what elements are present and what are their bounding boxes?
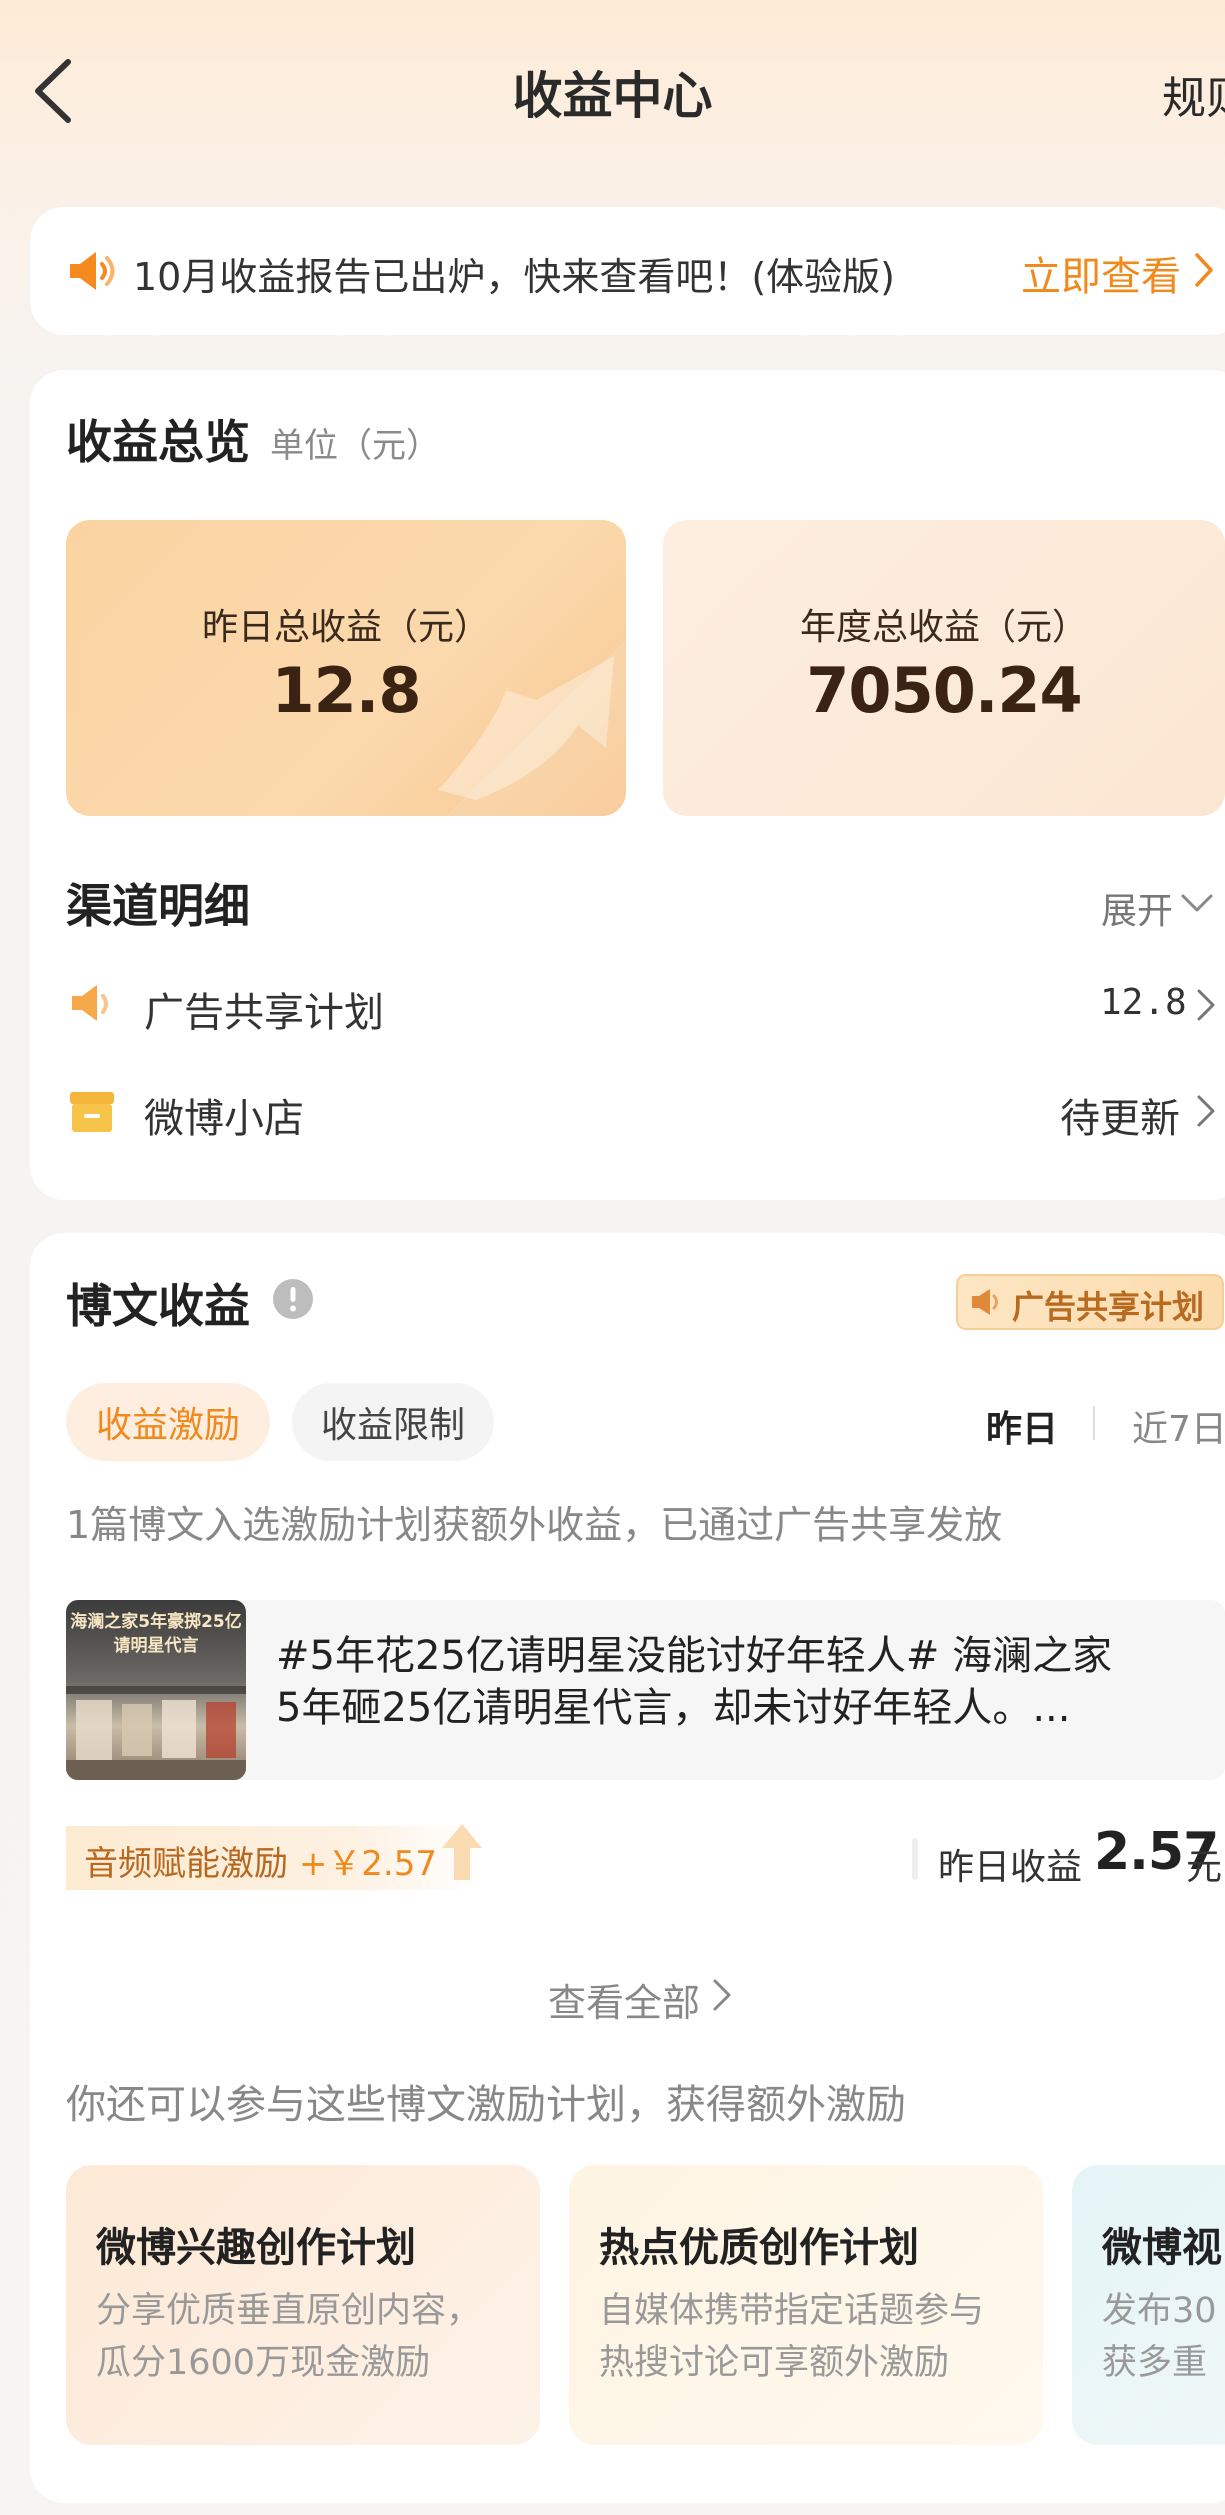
annual-total-card[interactable]: 年度总收益（元） 7050.24 bbox=[663, 520, 1225, 816]
plan-description-line: 自媒体携带指定话题参与 bbox=[599, 2291, 985, 2331]
divider bbox=[1093, 1406, 1095, 1440]
plan-description: 自媒体携带指定话题参与 热搜讨论可享额外激励 bbox=[599, 2285, 984, 2389]
yesterday-total-card[interactable]: 昨日总收益（元） 12.8 bbox=[66, 520, 626, 816]
shop-icon bbox=[68, 1090, 116, 1134]
page-title: 收益中心 bbox=[512, 67, 713, 125]
megaphone-icon bbox=[68, 982, 116, 1026]
plan-description-line: 发布30 bbox=[1102, 2291, 1217, 2331]
plan-card-interest[interactable]: 微博兴趣创作计划 分享优质垂直原创内容， 瓜分1600万现金激励 bbox=[66, 2165, 540, 2445]
period-yesterday[interactable]: 昨日 bbox=[986, 1400, 1058, 1452]
tab-revenue-limit[interactable]: 收益限制 bbox=[292, 1383, 494, 1461]
ad-share-badge-label: 广告共享计划 bbox=[1012, 1288, 1205, 1326]
post-text[interactable]: #5年花25亿请明星没能讨好年轻人# 海澜之家 5年砸25亿请明星代言，却未讨好… bbox=[276, 1630, 1206, 1734]
post-text-line: #5年花25亿请明星没能讨好年轻人# 海澜之家 bbox=[276, 1633, 1113, 1679]
plan-description: 发布30 获多重 bbox=[1102, 2285, 1217, 2389]
post-thumbnail[interactable]: 海澜之家5年豪掷25亿请明星代言 bbox=[66, 1600, 246, 1780]
plan-description-line: 获多重 bbox=[1102, 2343, 1208, 2383]
overview-unit: 单位（元） bbox=[270, 426, 440, 466]
yesterday-total-label: 昨日总收益（元） bbox=[201, 607, 490, 648]
chevron-down-icon[interactable] bbox=[1180, 892, 1214, 914]
plan-description: 分享优质垂直原创内容， 瓜分1600万现金激励 bbox=[96, 2285, 481, 2389]
channel-value: 待更新 bbox=[1060, 1096, 1180, 1142]
yesterday-revenue-label: 昨日收益 bbox=[938, 1847, 1083, 1888]
expand-button[interactable]: 展开 bbox=[1101, 882, 1173, 934]
megaphone-icon bbox=[66, 248, 116, 294]
divider bbox=[912, 1838, 918, 1880]
yesterday-total-value: 12.8 bbox=[271, 654, 422, 727]
megaphone-icon bbox=[970, 1287, 1004, 1317]
up-arrow-icon bbox=[440, 1822, 484, 1882]
tab-revenue-incentive[interactable]: 收益激励 bbox=[66, 1383, 270, 1461]
audio-incentive-name: 音频赋能激励 bbox=[84, 1844, 288, 1884]
chevron-right-icon[interactable] bbox=[712, 1978, 732, 2012]
plan-title: 微博视 bbox=[1102, 2225, 1222, 2271]
plan-card-hotspot[interactable]: 热点优质创作计划 自媒体携带指定话题参与 热搜讨论可享额外激励 bbox=[569, 2165, 1043, 2445]
store-photo bbox=[66, 1686, 246, 1780]
audio-incentive-label: 音频赋能激励 +￥2.57 bbox=[84, 1836, 437, 1885]
info-icon[interactable] bbox=[272, 1278, 314, 1320]
plan-title: 热点优质创作计划 bbox=[599, 2225, 919, 2271]
channel-detail-title: 渠道明细 bbox=[66, 879, 250, 933]
view-now-link[interactable]: 立即查看 bbox=[1021, 244, 1181, 302]
plan-title: 微博兴趣创作计划 bbox=[96, 2225, 416, 2271]
blog-revenue-title: 博文收益 bbox=[66, 1279, 250, 1333]
rules-link[interactable]: 规则 bbox=[1162, 62, 1225, 126]
yesterday-revenue-unit: 元 bbox=[1186, 1847, 1223, 1888]
channel-label[interactable]: 广告共享计划 bbox=[144, 980, 384, 1038]
channel-value: 12.8 bbox=[1100, 982, 1187, 1023]
channel-label[interactable]: 微博小店 bbox=[144, 1086, 304, 1144]
blog-description: 1篇博文入选激励计划获额外收益，已通过广告共享发放 bbox=[66, 1503, 1003, 1547]
plan-description-line: 分享优质垂直原创内容， bbox=[96, 2291, 482, 2331]
audio-incentive-amount: +￥2.57 bbox=[298, 1844, 438, 1884]
chevron-right-icon[interactable] bbox=[1196, 1094, 1216, 1128]
annual-total-value: 7050.24 bbox=[806, 654, 1082, 727]
more-plans-description: 你还可以参与这些博文激励计划，获得额外激励 bbox=[66, 2082, 906, 2128]
notice-text: 10月收益报告已出炉，快来查看吧！(体验版) bbox=[133, 255, 896, 299]
plan-card-video[interactable]: 微博视 发布30 获多重 bbox=[1072, 2165, 1225, 2445]
plan-description-line: 热搜讨论可享额外激励 bbox=[599, 2343, 950, 2383]
view-all-button[interactable]: 查看全部 bbox=[548, 1972, 700, 2027]
period-last-7-days[interactable]: 近7日 bbox=[1132, 1400, 1225, 1452]
plan-description-line: 瓜分1600万现金激励 bbox=[96, 2343, 431, 2383]
chevron-right-icon bbox=[1193, 252, 1215, 288]
annual-total-label: 年度总收益（元） bbox=[799, 607, 1088, 648]
chevron-right-icon[interactable] bbox=[1196, 988, 1216, 1022]
post-text-line: 5年砸25亿请明星代言，却未讨好年轻人。... bbox=[276, 1685, 1071, 1731]
overview-title: 收益总览 bbox=[66, 415, 250, 469]
